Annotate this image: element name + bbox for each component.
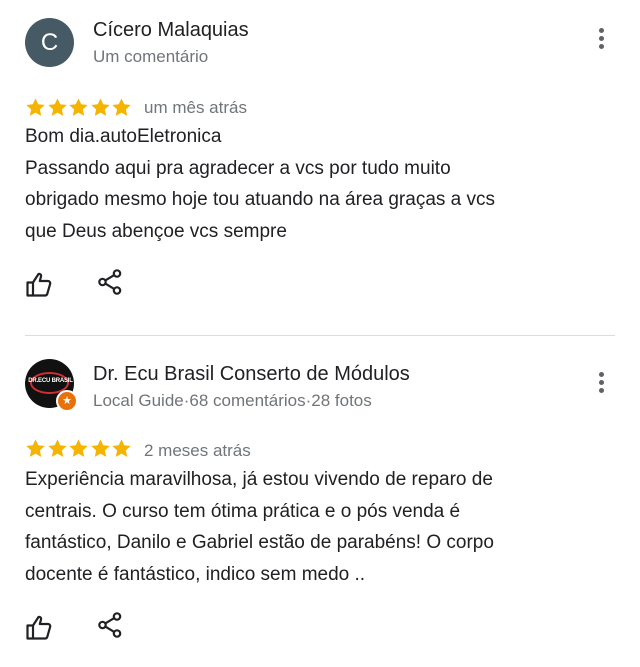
star-rating (25, 97, 133, 119)
star-icon (112, 439, 131, 457)
author-name[interactable]: Cícero Malaquias (93, 19, 249, 42)
author-meta: Local Guide·68 comentários·28 fotos (93, 391, 372, 410)
local-guide-star-icon: ★ (56, 390, 78, 412)
review-text: Bom dia.autoEletronica Passando aqui pra… (25, 121, 605, 247)
star-icon (90, 439, 110, 457)
share-icon[interactable] (96, 611, 124, 639)
thumb-up-icon[interactable] (25, 613, 53, 641)
star-icon (69, 98, 88, 116)
author-name[interactable]: Dr. Ecu Brasil Conserto de Módulos (93, 363, 410, 386)
avatar[interactable]: C (25, 18, 74, 67)
review-text-line: Passando aqui pra agradecer a vcs por tu… (25, 157, 451, 179)
share-icon[interactable] (96, 268, 124, 296)
review-divider (25, 335, 615, 336)
star-icon (69, 439, 88, 457)
review-text-line: Bom dia.autoEletronica (25, 126, 222, 147)
star-icon (26, 98, 45, 116)
review-time: 2 meses atrás (144, 441, 251, 460)
review-text-line: centrais. O curso tem ótima prática e o … (25, 500, 461, 522)
avatar-logo-text: DR.ECU BRASIL (28, 378, 73, 384)
review-time: um mês atrás (144, 98, 247, 117)
thumb-up-icon[interactable] (25, 270, 53, 298)
star-icon (26, 439, 45, 457)
more-vert-icon[interactable] (594, 370, 610, 394)
star-icon (90, 98, 110, 116)
star-icon (47, 98, 67, 116)
star-rating (25, 438, 133, 460)
author-meta: Um comentário (93, 47, 209, 66)
review-card: C Cícero Malaquias Um comentário um mês … (0, 0, 640, 336)
star-icon (112, 98, 131, 116)
star-icon (47, 439, 67, 457)
review-card: DR.ECU BRASIL ★ Dr. Ecu Brasil Conserto … (0, 337, 640, 667)
review-text-line: docente é fantástico, indico sem medo .. (25, 563, 366, 585)
avatar[interactable]: DR.ECU BRASIL ★ (25, 359, 78, 412)
review-text-line: que Deus abençoe vcs sempre (25, 220, 287, 242)
review-text: Experiência maravilhosa, já estou vivend… (25, 464, 605, 590)
review-text-line: obrigado mesmo hoje tou atuando na área … (25, 189, 496, 210)
review-text-line: fantástico, Danilo e Gabriel estão de pa… (25, 532, 494, 553)
review-text-line: Experiência maravilhosa, já estou vivend… (25, 469, 493, 490)
more-vert-icon[interactable] (594, 26, 610, 50)
